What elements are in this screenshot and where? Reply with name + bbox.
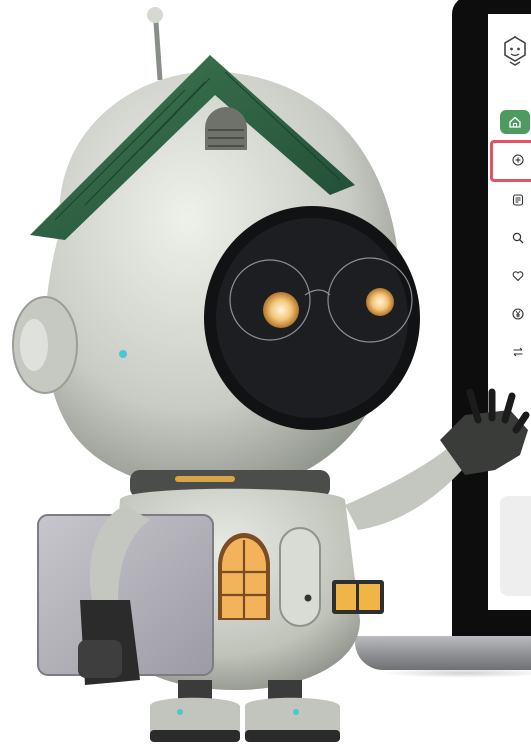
robot-mascot-illustration (12, 7, 530, 742)
